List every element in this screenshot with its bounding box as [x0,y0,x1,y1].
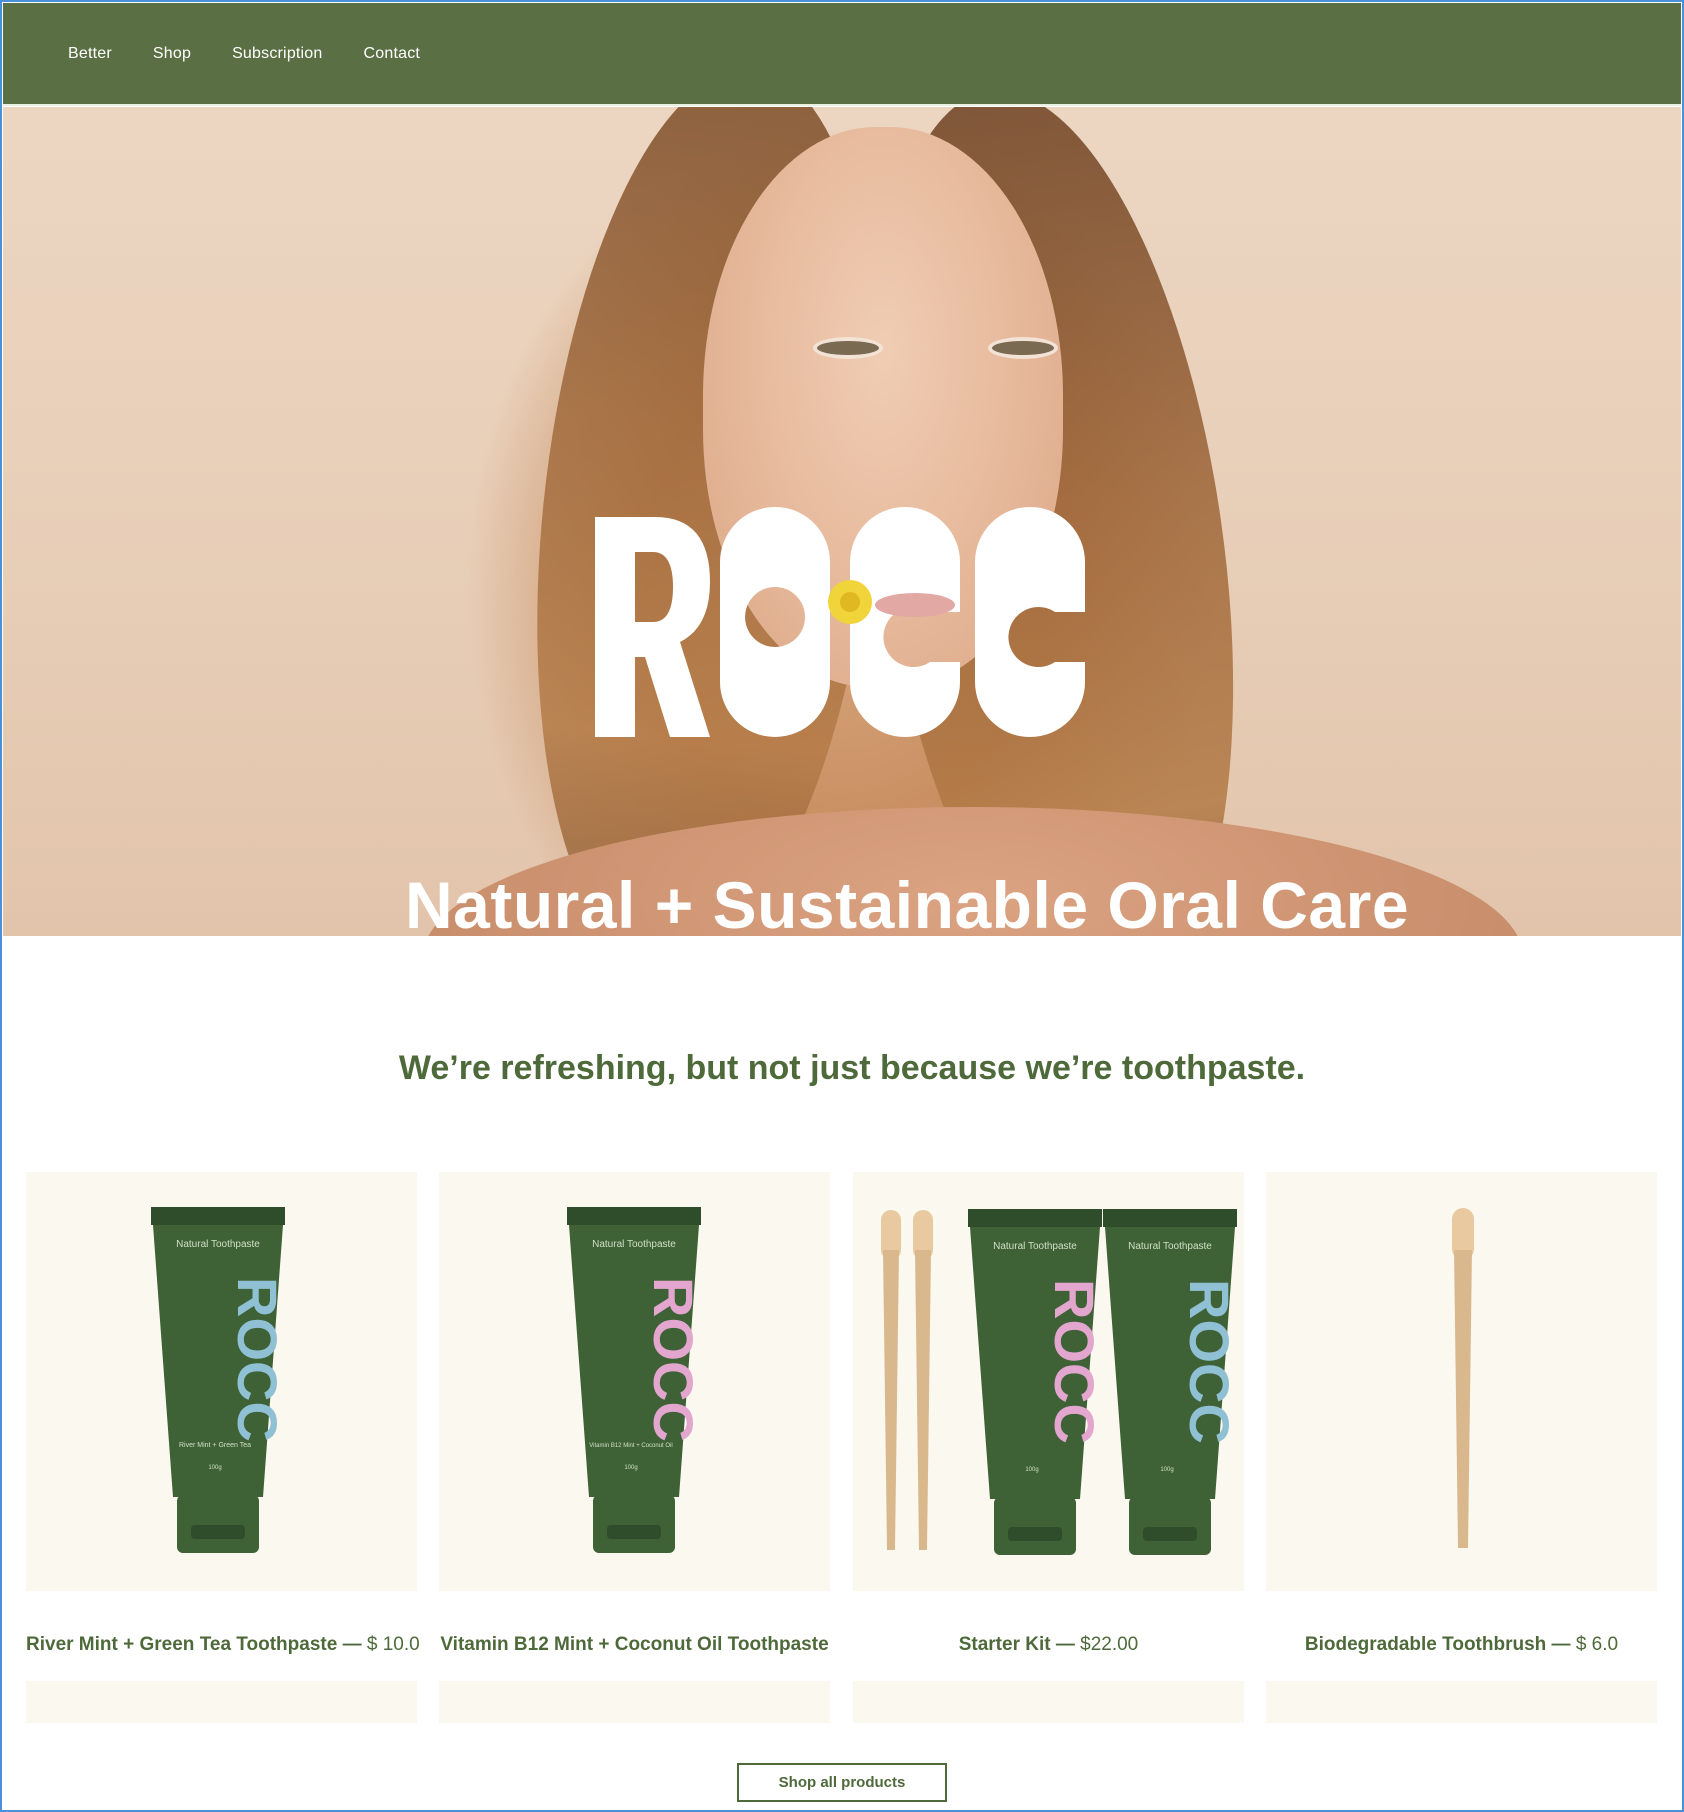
hero-banner: Natural + Sustainable Oral Care [3,107,1681,936]
svg-text:ROCC: ROCC [642,1277,705,1442]
nav-item-subscription[interactable]: Subscription [232,45,322,63]
product-price: $22.00 [1080,1634,1139,1655]
product-title[interactable]: Biodegradable Toothbrush — $ 6.0 [1266,1634,1657,1656]
svg-text:Natural Toothpaste: Natural Toothpaste [993,1241,1077,1252]
toothpaste-tube-icon: Natural Toothpaste ROCC River Mint + Gre… [151,1207,289,1553]
hero-tagline: Natural + Sustainable Oral Care [404,868,1410,936]
product-image[interactable]: Natural Toothpaste ROCC Vitamin B12 Mint… [439,1172,830,1591]
hero-photo-eye [988,337,1058,359]
shop-all-products-button[interactable]: Shop all products [737,1763,947,1802]
toothpaste-tube-icon: Natural Toothpaste ROCC 100g [1103,1209,1241,1555]
price-separator: — [1055,1634,1081,1655]
svg-text:ROCC: ROCC [226,1277,289,1442]
product-image[interactable]: Natural Toothpaste ROCC River Mint + Gre… [26,1172,417,1591]
svg-text:100g: 100g [1025,1467,1038,1473]
product-price: $ 10.0 [366,1634,420,1655]
svg-text:Natural Toothpaste: Natural Toothpaste [1128,1241,1212,1252]
product-name: River Mint + Green Tea Toothpaste [26,1634,338,1655]
product-name: Vitamin B12 Mint + Coconut Oil Toothpast… [440,1634,829,1655]
svg-text:River Mint + Green Tea: River Mint + Green Tea [179,1442,251,1449]
price-separator: — [342,1634,367,1655]
product-card[interactable]: Natural Toothpaste ROCC River Mint + Gre… [26,1172,420,1723]
product-card[interactable]: Biodegradable Toothbrush — $ 6.0 [1266,1172,1657,1723]
product-card[interactable]: Natural Toothpaste ROCC 100g Natural Too… [853,1172,1244,1723]
svg-text:100g: 100g [1160,1467,1173,1473]
svg-text:Vitamin B12 Mint + Coconut Oil: Vitamin B12 Mint + Coconut Oil [589,1443,672,1449]
svg-text:ROCC: ROCC [1178,1279,1241,1444]
product-name: Starter Kit [958,1634,1051,1655]
product-card-footer [439,1681,830,1723]
product-name: Biodegradable Toothbrush [1304,1634,1547,1655]
toothpaste-tube-icon: Natural Toothpaste ROCC 100g [968,1209,1106,1555]
toothbrush-icon [881,1210,933,1550]
product-image[interactable]: Natural Toothpaste ROCC 100g Natural Too… [853,1172,1244,1591]
top-nav: Better Shop Subscription Contact [3,3,1681,106]
product-card-footer [853,1681,1244,1723]
toothbrush-icon [1452,1208,1474,1548]
price-separator: — [1551,1634,1576,1655]
product-title[interactable]: Vitamin B12 Mint + Coconut Oil Toothpast… [439,1634,830,1656]
product-image[interactable] [1266,1172,1657,1591]
product-card-footer [1266,1681,1657,1723]
product-price: $ 6.0 [1575,1634,1619,1655]
product-title[interactable]: River Mint + Green Tea Toothpaste — $ 10… [26,1634,420,1656]
svg-text:ROCC: ROCC [1043,1279,1106,1444]
section-headline: We’re refreshing, but not just because w… [398,1049,1306,1087]
nav-item-contact[interactable]: Contact [364,45,421,63]
svg-text:100g: 100g [624,1465,637,1471]
svg-text:100g: 100g [208,1465,221,1471]
product-card[interactable]: Natural Toothpaste ROCC Vitamin B12 Mint… [439,1172,830,1723]
rocc-hero-logo [595,507,1085,737]
toothpaste-tube-icon: Natural Toothpaste ROCC Vitamin B12 Mint… [567,1207,705,1553]
hero-photo-eye [813,337,883,359]
product-card-footer [26,1681,417,1723]
daisy-icon [828,580,872,624]
svg-text:Natural Toothpaste: Natural Toothpaste [592,1239,676,1250]
svg-text:Natural Toothpaste: Natural Toothpaste [176,1239,260,1250]
nav-item-shop[interactable]: Shop [153,45,191,63]
nav-item-better[interactable]: Better [68,45,112,63]
product-title[interactable]: Starter Kit — $22.00 [853,1634,1244,1656]
